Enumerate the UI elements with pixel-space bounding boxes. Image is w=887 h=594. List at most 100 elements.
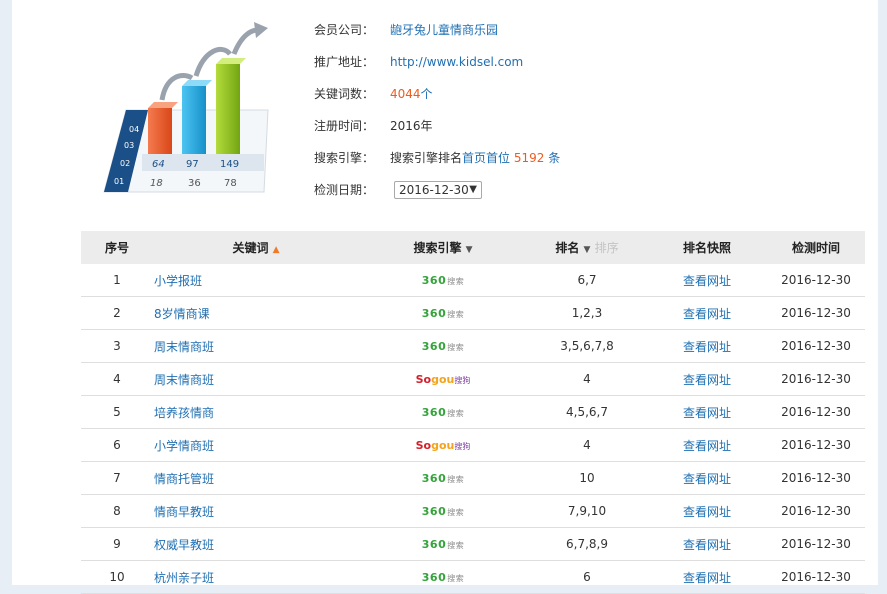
view-url-link[interactable]: 查看网址 [683, 406, 731, 420]
company-link[interactable]: 龅牙兔儿童情商乐园 [390, 23, 498, 37]
engine-top-link[interactable]: 首页首位 [462, 151, 510, 165]
illus-value: 36 [188, 178, 201, 189]
row-idx: 8 [113, 504, 121, 518]
row-idx: 5 [113, 405, 121, 419]
row-snapshot: 查看网址 [647, 503, 767, 520]
keyword-link[interactable]: 情商早教班 [154, 505, 214, 519]
table-row: 5 培养孩情商 360搜索 4,5,6,7 查看网址 2016-12-30 [81, 396, 865, 429]
table-row: 10 杭州亲子班 360搜索 6 查看网址 2016-12-30 [81, 561, 865, 594]
header-rank[interactable]: 排名 ▼ 排序 [527, 239, 647, 256]
keyword-link[interactable]: 小学情商班 [154, 439, 214, 453]
view-url-link[interactable]: 查看网址 [683, 373, 731, 387]
table-row: 7 情商托管班 360搜索 10 查看网址 2016-12-30 [81, 462, 865, 495]
view-url-link[interactable]: 查看网址 [683, 571, 731, 585]
view-url-link[interactable]: 查看网址 [683, 340, 731, 354]
view-url-link[interactable]: 查看网址 [683, 307, 731, 321]
360-search-logo-icon: 360搜索 [421, 307, 465, 320]
sort-up-icon: ▲ [272, 245, 280, 255]
row-keyword: 8岁情商课 [153, 305, 359, 322]
360-search-logo-icon: 360搜索 [421, 406, 465, 419]
row-engine: 360搜索 [359, 570, 527, 584]
keyword-link[interactable]: 小学报班 [154, 274, 202, 288]
row-idx: 4 [113, 372, 121, 386]
row-idx: 1 [113, 273, 121, 287]
row-date: 2016-12-30 [781, 504, 851, 518]
row-keyword: 小学报班 [153, 272, 359, 289]
row-snapshot: 查看网址 [647, 272, 767, 289]
sogou-logo-icon: Sogou搜狗 [415, 373, 471, 386]
keyword-link[interactable]: 情商托管班 [154, 472, 214, 486]
360-search-logo-icon: 360搜索 [421, 340, 465, 353]
table-row: 1 小学报班 360搜索 6,7 查看网址 2016-12-30 [81, 264, 865, 297]
row-rank: 6 [583, 570, 591, 584]
row-date: 2016-12-30 [781, 405, 851, 419]
header-rank-extra[interactable]: 排序 [595, 241, 619, 255]
row-rank: 10 [579, 471, 595, 485]
view-url-link[interactable]: 查看网址 [683, 472, 731, 486]
date-select[interactable]: 2016-12-30 ▼ [394, 181, 482, 199]
row-keyword: 小学情商班 [153, 437, 359, 454]
row-date: 2016-12-30 [781, 570, 851, 584]
keyword-link[interactable]: 8岁情商课 [154, 307, 210, 321]
row-idx: 3 [113, 339, 121, 353]
row-date: 2016-12-30 [781, 471, 851, 485]
row-snapshot: 查看网址 [647, 371, 767, 388]
row-engine: 360搜索 [359, 504, 527, 518]
view-url-link[interactable]: 查看网址 [683, 538, 731, 552]
view-url-link[interactable]: 查看网址 [683, 439, 731, 453]
axis-label-03: 03 [124, 141, 134, 150]
table-row: 8 情商早教班 360搜索 7,9,10 查看网址 2016-12-30 [81, 495, 865, 528]
360-search-logo-icon: 360搜索 [421, 538, 465, 551]
sogou-logo-icon: Sogou搜狗 [415, 439, 471, 452]
sort-down-icon: ▼ [465, 245, 473, 255]
row-date: 2016-12-30 [781, 306, 851, 320]
row-idx: 6 [113, 438, 121, 452]
keyword-count-value: 4044 [390, 87, 421, 101]
date-row: 检测日期： 2016-12-30 ▼ [314, 180, 482, 200]
illus-value: 78 [224, 178, 237, 189]
row-keyword: 培养孩情商 [153, 404, 359, 421]
row-snapshot: 查看网址 [647, 437, 767, 454]
row-snapshot: 查看网址 [647, 305, 767, 322]
table-row: 4 周末情商班 Sogou搜狗 4 查看网址 2016-12-30 [81, 363, 865, 396]
table-row: 6 小学情商班 Sogou搜狗 4 查看网址 2016-12-30 [81, 429, 865, 462]
keyword-link[interactable]: 培养孩情商 [154, 406, 214, 420]
view-url-link[interactable]: 查看网址 [683, 505, 731, 519]
header-keyword[interactable]: 关键词 ▲ [153, 239, 359, 256]
header-engine[interactable]: 搜索引擎 ▼ [359, 239, 527, 256]
row-idx: 10 [109, 570, 125, 584]
keyword-link[interactable]: 周末情商班 [154, 340, 214, 354]
row-date: 2016-12-30 [781, 372, 851, 386]
keyword-count-label: 关键词数： [314, 87, 375, 101]
table-row: 2 8岁情商课 360搜索 1,2,3 查看网址 2016-12-30 [81, 297, 865, 330]
url-row: 推广地址： http://www.kidsel.com [314, 52, 523, 72]
row-rank: 7,9,10 [567, 504, 607, 518]
row-idx: 2 [113, 306, 121, 320]
row-idx: 9 [113, 537, 121, 551]
row-date: 2016-12-30 [781, 339, 851, 353]
keyword-link[interactable]: 杭州亲子班 [154, 571, 214, 585]
view-url-link[interactable]: 查看网址 [683, 274, 731, 288]
engine-prefix: 搜索引擎排名 [390, 151, 463, 165]
chevron-down-icon: ▼ [469, 184, 477, 195]
row-engine: 360搜索 [359, 306, 527, 320]
row-engine: 360搜索 [359, 273, 527, 287]
keyword-count-unit: 个 [420, 87, 433, 101]
row-keyword: 周末情商班 [153, 338, 359, 355]
register-label: 注册时间： [314, 119, 375, 133]
keyword-link[interactable]: 权威早教班 [154, 538, 214, 552]
axis-label-02: 02 [120, 159, 130, 168]
date-select-value: 2016-12-30 [399, 183, 469, 197]
row-rank: 6,7 [577, 273, 597, 287]
keyword-link[interactable]: 周末情商班 [154, 373, 214, 387]
header-snapshot: 排名快照 [682, 241, 731, 255]
axis-label-01: 01 [114, 177, 124, 186]
row-snapshot: 查看网址 [647, 404, 767, 421]
promo-url-link[interactable]: http://www.kidsel.com [390, 55, 523, 69]
table-header: 序号 关键词 ▲ 搜索引擎 ▼ 排名 ▼ 排序 排名快照 检测时间 [81, 231, 865, 264]
row-rank: 4 [583, 438, 591, 452]
company-label: 会员公司： [314, 23, 375, 37]
header-idx: 序号 [104, 241, 129, 255]
row-snapshot: 查看网址 [647, 338, 767, 355]
table-row: 9 权威早教班 360搜索 6,7,8,9 查看网址 2016-12-30 [81, 528, 865, 561]
